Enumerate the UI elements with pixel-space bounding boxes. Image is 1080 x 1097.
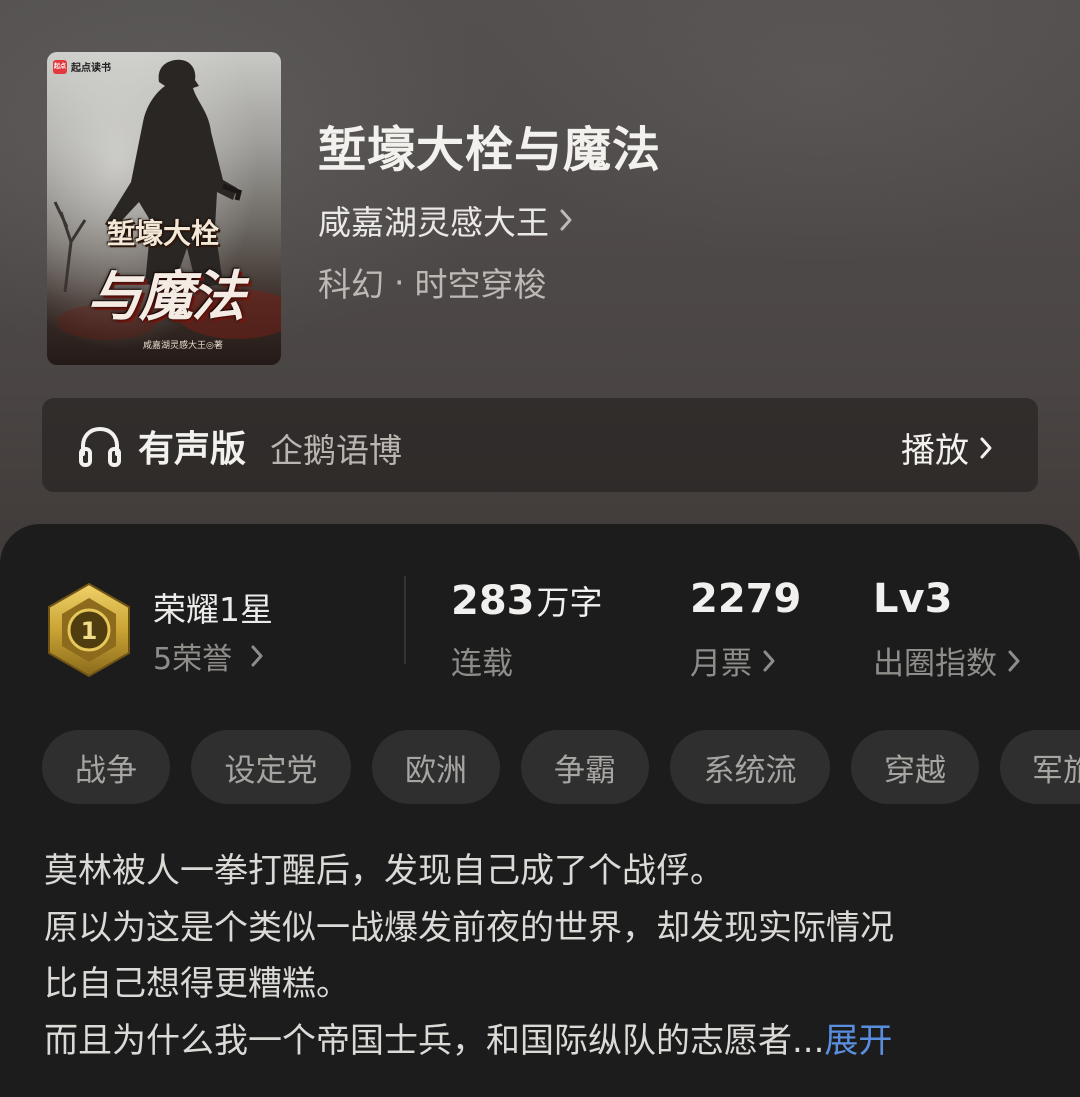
chevron-right-icon <box>980 437 992 458</box>
badge-number: 1 <box>81 617 98 645</box>
honor-badge-icon[interactable]: 1 <box>46 582 132 678</box>
author-link[interactable]: 咸嘉湖灵感大王 <box>318 196 573 244</box>
play-label: 播放 <box>901 431 969 471</box>
description-line: 莫林被人一拳打醒后，发现自己成了个战俘。 <box>44 851 724 891</box>
chevron-right-icon <box>763 650 775 671</box>
headphones-icon <box>79 426 121 467</box>
genre-category[interactable]: 科幻 <box>318 258 384 306</box>
popularity-link[interactable]: 出圈指数 <box>873 638 1021 683</box>
tag-chip[interactable]: 设定党 <box>191 730 351 804</box>
tag-chip[interactable]: 争霸 <box>521 730 649 804</box>
audiobook-provider: 企鹅语博 <box>270 431 402 470</box>
honor-points: 5荣誉 <box>153 642 233 677</box>
monthly-votes-label: 月票 <box>690 646 752 682</box>
book-cover[interactable]: 起点 起点读书 堑壕大栓 与魔法 咸嘉湖灵感大王◎著 <box>47 52 281 365</box>
honor-level: 荣耀1星 <box>153 590 273 629</box>
monthly-votes-link[interactable]: 月票 <box>690 638 776 683</box>
cover-author: 咸嘉湖灵感大王◎著 <box>143 341 223 351</box>
popularity-value: Lv3 <box>873 576 953 622</box>
word-count-value: 283 <box>451 578 535 624</box>
stats-divider <box>404 576 406 664</box>
chevron-right-icon <box>560 209 572 231</box>
word-count: 283万字 <box>451 576 603 624</box>
tag-chip[interactable]: 欧洲 <box>372 730 500 804</box>
tag-chip[interactable]: 战争 <box>42 730 170 804</box>
honor-points-link[interactable]: 5荣誉 <box>153 634 264 678</box>
book-detail-page: 起点 起点读书 堑壕大栓 与魔法 咸嘉湖灵感大王◎著 堑壕大栓与魔法 咸嘉湖灵感… <box>0 0 1080 1097</box>
popularity-label: 出圈指数 <box>873 646 997 682</box>
expand-description-link[interactable]: 展开 <box>824 1021 892 1061</box>
tag-chip[interactable]: 系统流 <box>670 730 830 804</box>
description-last-line: 而且为什么我一个帝国士兵，和国际纵队的志愿者...展开 <box>44 1013 1034 1070</box>
description-line: 而且为什么我一个帝国士兵，和国际纵队的志愿者... <box>44 1020 825 1061</box>
cover-title-line2: 与魔法 <box>87 264 245 328</box>
book-genre: 科幻 · 时空穿梭 <box>318 258 547 306</box>
genre-subcategory[interactable]: 时空穿梭 <box>415 258 547 306</box>
cover-title-line1: 堑壕大栓 <box>107 217 220 250</box>
brand-text: 起点读书 <box>71 63 111 74</box>
cover-brand: 起点 起点读书 <box>53 59 111 74</box>
serial-status: 连载 <box>451 638 513 683</box>
chevron-right-icon <box>1008 650 1020 671</box>
monthly-votes-value: 2279 <box>690 576 802 622</box>
tag-list: 战争 设定党 欧洲 争霸 系统流 穿越 军旅 <box>42 730 1080 804</box>
book-description: 莫林被人一拳打醒后，发现自己成了个战俘。 原以为这是个类似一战爆发前夜的世界，却… <box>44 843 1034 1069</box>
word-count-unit: 万字 <box>536 583 603 622</box>
author-name: 咸嘉湖灵感大王 <box>318 203 549 242</box>
description-line: 原以为这是个类似一战爆发前夜的世界，却发现实际情况 <box>44 907 894 948</box>
tag-chip[interactable]: 穿越 <box>851 730 979 804</box>
serial-status-label: 连载 <box>451 646 513 682</box>
description-line: 比自己想得更糟糕。 <box>44 964 350 1004</box>
play-audiobook-button[interactable]: 播放 <box>901 423 993 472</box>
audiobook-label: 有声版 <box>138 429 247 470</box>
genre-separator: · <box>394 262 405 302</box>
chevron-right-icon <box>251 645 263 667</box>
book-title: 堑壕大栓与魔法 <box>318 122 662 178</box>
tag-chip[interactable]: 军旅 <box>1000 730 1080 804</box>
brand-badge: 起点 <box>53 59 67 74</box>
